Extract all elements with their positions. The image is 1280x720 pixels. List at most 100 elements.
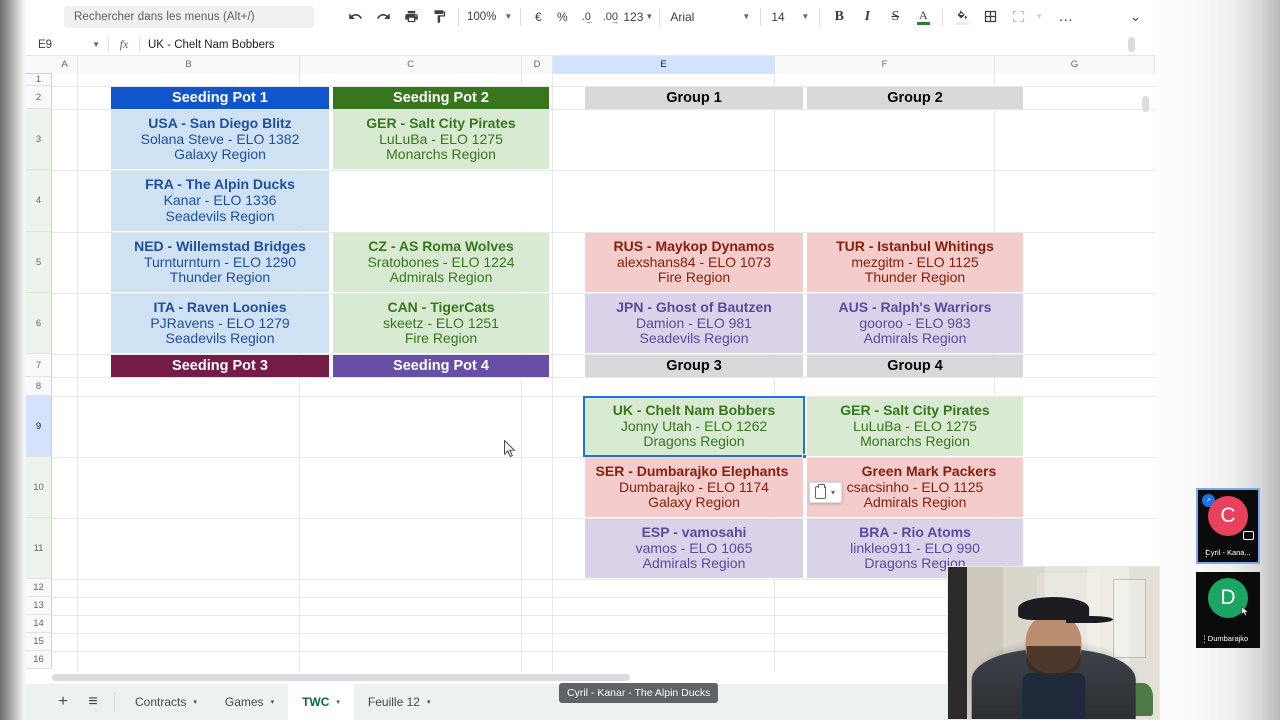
percent-format-button[interactable]: % [551, 4, 573, 30]
chevron-down-icon[interactable]: ▾ [271, 698, 275, 706]
webcam-video-feed[interactable] [947, 566, 1160, 720]
formula-input[interactable]: UK - Chelt Nam Bobbers [140, 39, 275, 51]
row-header-3[interactable]: 3 [26, 109, 52, 170]
chevron-down-icon[interactable]: ▼ [1035, 12, 1043, 21]
more-formats-button[interactable]: 123 ▼ [623, 4, 653, 30]
row-header-14[interactable]: 14 [26, 615, 52, 633]
collapse-toolbar-button[interactable]: ⌄ [1130, 9, 1141, 25]
row-header-1[interactable]: 1 [26, 74, 52, 86]
pot-2-team-4[interactable]: CAN - TigerCats skeetz - ELO 1251 Fire R… [333, 294, 549, 353]
row-header-11[interactable]: 11 [26, 518, 52, 579]
row-header-2[interactable]: 2 [26, 86, 52, 109]
chevron-down-icon[interactable]: ▾ [427, 698, 431, 706]
row-header-8[interactable]: 8 [26, 377, 52, 396]
sheet-tab-twc[interactable]: TWC ▾ [288, 684, 354, 720]
zoom-selector[interactable]: 100% ▼ [465, 11, 514, 23]
group-3-team-2[interactable]: SER - Dumbarajko Elephants Dumbarajko - … [585, 458, 803, 517]
group-4-header[interactable]: Group 4 [807, 355, 1023, 377]
group-3-header[interactable]: Group 3 [585, 355, 803, 377]
column-header-D[interactable]: D [522, 56, 553, 74]
group-1-header[interactable]: Group 1 [585, 87, 803, 109]
formula-bar-expander[interactable] [1128, 37, 1135, 52]
column-header-E[interactable]: E [553, 56, 775, 74]
fill-handle[interactable] [802, 454, 807, 459]
pot-4-header[interactable]: Seeding Pot 4 [333, 355, 549, 377]
pot-1-team-4[interactable]: ITA - Raven Loonies PJRavens - ELO 1279 … [111, 294, 329, 353]
team-player: Dumbarajko - ELO 1174 [619, 478, 769, 495]
add-sheet-icon[interactable]: + [48, 684, 78, 720]
team-region: Thunder Region [864, 269, 966, 286]
webcam-picture-frame [1112, 579, 1147, 659]
decrease-decimal-button[interactable]: .0 ← [575, 4, 597, 30]
column-header-B[interactable]: B [78, 56, 300, 74]
pot-1-header[interactable]: Seeding Pot 1 [111, 87, 329, 109]
row-header-4[interactable]: 4 [26, 170, 52, 232]
sheet-tab-contracts[interactable]: Contracts ▾ [121, 684, 211, 720]
chevron-down-icon: ▼ [92, 40, 100, 49]
group-2-header[interactable]: Group 2 [807, 87, 1023, 109]
paste-options-popup[interactable]: ▾ [809, 482, 843, 503]
row-header-6[interactable]: 6 [26, 293, 52, 354]
row-header-15[interactable]: 15 [26, 633, 52, 651]
column-header-G[interactable]: G [995, 56, 1155, 74]
sheet-tab-games[interactable]: Games ▾ [211, 684, 288, 720]
vertical-scrollbar-thumb[interactable] [1142, 96, 1149, 112]
pot-2-header[interactable]: Seeding Pot 2 [333, 87, 549, 109]
team-player: linkleo911 - ELO 990 [850, 539, 980, 556]
row-header-13[interactable]: 13 [26, 597, 52, 615]
font-family-selector[interactable]: Arial ▼ [666, 5, 754, 29]
print-icon[interactable] [398, 4, 424, 30]
group-4-team-1[interactable]: GER - Salt City Pirates LuLuBa - ELO 127… [807, 397, 1023, 456]
row-header-16[interactable]: 16 [26, 651, 52, 669]
chevron-down-icon[interactable]: ▾ [336, 698, 340, 706]
chevron-down-icon[interactable]: ▾ [193, 698, 197, 706]
group-2-team-1[interactable]: TUR - Istanbul Whitings mezgitm - ELO 11… [807, 233, 1023, 292]
fill-color-swatch [955, 22, 969, 25]
participant-tile-dumbarajko[interactable]: D ⋮ Dumbarajko [1196, 572, 1260, 648]
group-3-team-1[interactable]: UK - Chelt Nam Bobbers Jonny Utah - ELO … [585, 397, 803, 456]
merge-cells-icon[interactable] [1005, 4, 1031, 30]
column-header-F[interactable]: F [775, 56, 995, 74]
strikethrough-button[interactable]: S [882, 4, 908, 30]
more-options-button[interactable]: … [1053, 4, 1079, 30]
pot-1-team-2[interactable]: FRA - The Alpin Ducks Kanar - ELO 1336 S… [111, 171, 329, 231]
text-color-letter: A [919, 7, 928, 22]
italic-button[interactable]: I [854, 4, 880, 30]
all-sheets-icon[interactable]: ≡ [78, 684, 108, 720]
row-header-5[interactable]: 5 [26, 232, 52, 293]
group-1-team-1[interactable]: RUS - Maykop Dynamos alexshans84 - ELO 1… [585, 233, 803, 292]
pot-1-team-1[interactable]: USA - San Diego Blitz Solana Steve - ELO… [111, 110, 329, 169]
paint-format-icon[interactable] [426, 4, 452, 30]
pot-2-team-3[interactable]: CZ - AS Roma Wolves Sratobones - ELO 122… [333, 233, 549, 292]
group-2-team-2[interactable]: AUS - Ralph's Warriors gooroo - ELO 983 … [807, 294, 1023, 353]
text-color-button[interactable]: A [910, 4, 936, 30]
horizontal-scrollbar-thumb[interactable] [52, 674, 630, 681]
column-header-C[interactable]: C [300, 56, 522, 74]
increase-decimal-button[interactable]: .00 → [599, 4, 621, 30]
redo-icon[interactable] [370, 4, 396, 30]
row-header-12[interactable]: 12 [26, 579, 52, 597]
group-1-team-2[interactable]: JPN - Ghost of Bautzen Damion - ELO 981 … [585, 294, 803, 353]
chevron-down-icon[interactable]: ▾ [831, 488, 835, 497]
row-header-9[interactable]: 9 [26, 396, 52, 457]
function-icon[interactable]: fx [109, 37, 139, 52]
currency-format-button[interactable]: € [527, 4, 549, 30]
team-player: LuLuBa - ELO 1275 [379, 130, 503, 147]
participant-tile-cyril[interactable]: ↗ C ⋮ Cyril - Kana... [1196, 488, 1260, 564]
undo-icon[interactable] [342, 4, 368, 30]
row-header-10[interactable]: 10 [26, 457, 52, 518]
fill-color-icon[interactable] [949, 4, 975, 30]
sheet-tab-feuille-12[interactable]: Feuille 12 ▾ [354, 684, 445, 720]
column-header-A[interactable]: A [52, 56, 78, 74]
pot-1-team-3[interactable]: NED - Willemstad Bridges Turnturnturn - … [111, 233, 329, 292]
row-header-7[interactable]: 7 [26, 354, 52, 377]
group-3-team-3[interactable]: ESP - vamosahi vamos - ELO 1065 Admirals… [585, 519, 803, 578]
bold-button[interactable]: B [826, 4, 852, 30]
pot-2-team-2-empty[interactable] [333, 171, 549, 231]
pot-3-header[interactable]: Seeding Pot 3 [111, 355, 329, 377]
font-size-selector[interactable]: 14 ▼ [767, 5, 813, 29]
search-input[interactable]: Rechercher dans les menus (Alt+/) [64, 5, 314, 28]
pot-2-team-1[interactable]: GER - Salt City Pirates LuLuBa - ELO 127… [333, 110, 549, 169]
name-box[interactable]: E9 ▼ [26, 34, 108, 55]
borders-icon[interactable] [977, 4, 1003, 30]
